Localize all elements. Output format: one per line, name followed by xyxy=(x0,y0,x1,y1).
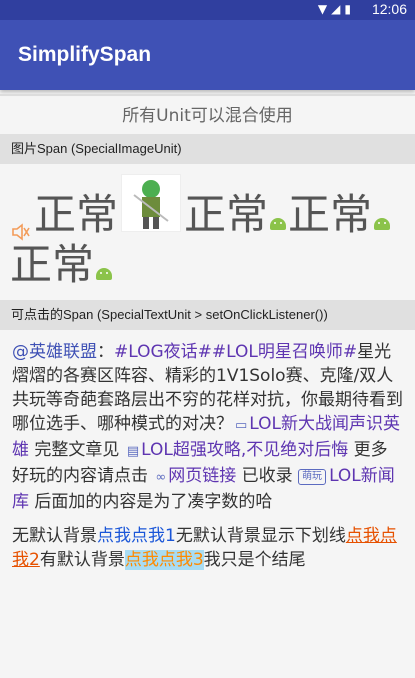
android-icon xyxy=(96,268,113,280)
word-normal: 正常 xyxy=(288,190,373,239)
video-icon: ▭ xyxy=(235,418,248,433)
signal-icon: ◢ xyxy=(331,2,345,16)
click-me-3[interactable]: 点我点我3 xyxy=(124,550,204,570)
article-icon: ▤ xyxy=(126,444,140,459)
clock: 12:06 xyxy=(371,1,407,17)
status-icons: ▼◢▮ xyxy=(318,2,355,16)
image-span-demo: 正常 正常 正常 正常 xyxy=(0,164,415,300)
android-icon xyxy=(270,218,287,230)
status-bar: ▼◢▮ 12:06 xyxy=(0,0,415,20)
character-image xyxy=(121,174,182,232)
topic-link[interactable]: #LOG夜话# xyxy=(114,342,212,362)
body-text: 已收录 xyxy=(236,466,299,486)
plain-text: 有默认背景 xyxy=(39,550,125,570)
body-text: 完整文章见 xyxy=(29,440,125,460)
article-link[interactable]: LOL超强攻略,不见绝对后悔 xyxy=(141,440,348,460)
paragraph-weibo: @英雄联盟：#LOG夜话##LOL明星召唤师#星光熠熠的各赛区阵容、精彩的1V1… xyxy=(12,340,403,514)
battery-icon: ▮ xyxy=(344,2,355,16)
app-bar: SimplifySpan xyxy=(0,20,415,90)
clickable-span-demo: @英雄联盟：#LOG夜话##LOL明星召唤师#星光熠熠的各赛区阵容、精彩的1V1… xyxy=(0,330,415,572)
plain-text: 无默认背景显示下划线 xyxy=(175,526,346,546)
collection-badge: 萌玩 xyxy=(298,469,327,485)
image-span-header: 图片Span (SpecialImageUnit) xyxy=(0,134,415,164)
image-span-line-1: 正常 正常 正常 xyxy=(10,174,405,241)
click-me-1[interactable]: 点我点我1 xyxy=(97,526,176,546)
text-span-header: 可点击的Span (SpecialTextUnit > setOnClickLi… xyxy=(0,300,415,330)
plain-text: 我只是个结尾 xyxy=(203,550,306,570)
link-icon: ∞ xyxy=(155,470,167,485)
mention-link[interactable]: @英雄联盟 xyxy=(12,342,97,362)
app-title: SimplifySpan xyxy=(18,43,152,66)
plain-text: 无默认背景 xyxy=(12,526,97,546)
word-normal: 正常 xyxy=(10,240,95,289)
paragraph-click-demo: 无默认背景点我点我1无默认背景显示下划线点我点我2有默认背景点我点我3我只是个结… xyxy=(12,524,403,572)
separator: ： xyxy=(97,342,114,362)
wifi-icon: ▼ xyxy=(317,2,332,16)
intro-text: 所有Unit可以混合使用 xyxy=(0,94,415,134)
web-link[interactable]: 网页链接 xyxy=(168,466,236,486)
word-normal: 正常 xyxy=(184,190,269,239)
topic-link[interactable]: #LOL明星召唤师# xyxy=(212,342,357,362)
body-text: 后面加的内容是为了凑字数的哈 xyxy=(29,492,273,512)
word-normal: 正常 xyxy=(34,190,119,239)
image-span-line-2: 正常 xyxy=(10,240,405,290)
android-icon xyxy=(374,218,391,230)
speaker-icon xyxy=(10,204,32,241)
